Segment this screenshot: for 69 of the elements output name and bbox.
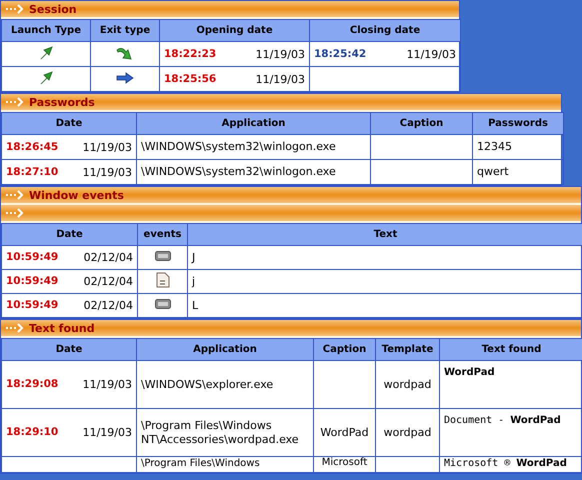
date-text: 11/19/03 <box>82 166 132 178</box>
column-header: Template <box>376 338 440 360</box>
column-header: Text found <box>440 338 582 360</box>
time-text: 10:59:49 <box>6 299 58 312</box>
date-text: 11/19/03 <box>82 140 132 154</box>
cell-text: L <box>192 298 198 312</box>
date-text: 11/19/03 <box>406 48 456 60</box>
cell-text: \WINDOWS\system32\winlogon.exe <box>141 140 336 153</box>
column-header: Caption <box>314 338 376 360</box>
column-header: Passwords <box>472 112 564 134</box>
column-header: Caption <box>370 112 472 134</box>
up-right-arrow-icon <box>39 70 53 84</box>
cell-text: j <box>192 274 196 288</box>
arrow-icon <box>5 97 25 107</box>
time-text: 18:25:42 <box>314 48 366 60</box>
column-header: Launch Type <box>2 20 90 42</box>
cell-text: \Program Files\Windows <box>141 458 260 469</box>
button-icon <box>154 251 170 261</box>
time-text: 18:22:23 <box>164 48 216 60</box>
found-text: WordPad <box>444 367 495 378</box>
date-text: 11/19/03 <box>256 48 305 60</box>
cell-text: 12345 <box>477 140 512 153</box>
column-header: Opening date <box>160 20 310 42</box>
column-header: Date <box>2 112 136 134</box>
found-text: Microsoft ® WordPad <box>444 458 567 469</box>
column-header: Date <box>2 338 136 360</box>
column-header: Application <box>136 338 314 360</box>
found-text: Document - WordPad <box>444 415 561 426</box>
cell-text: J <box>192 250 196 264</box>
cell-text: WordPad <box>320 426 369 438</box>
column-header: Date <box>2 224 138 246</box>
time-text: 18:26:45 <box>6 140 58 154</box>
cell-text: Microsoft <box>322 457 368 468</box>
time-text: 10:59:49 <box>6 251 58 264</box>
cell-text: wordpad <box>384 378 432 390</box>
panel-title: Window events <box>29 188 124 202</box>
time-text: 18:29:08 <box>6 378 58 391</box>
date-text: 02/12/04 <box>84 275 133 288</box>
panel-title: Passwords <box>29 96 95 108</box>
time-text: 18:27:10 <box>6 166 58 178</box>
panel-title: Session <box>29 2 77 16</box>
date-text: 11/19/03 <box>82 426 132 439</box>
panel-title: Text found <box>29 322 95 334</box>
right-arrow-icon <box>116 72 134 84</box>
arrow-icon <box>5 4 25 14</box>
document-icon <box>156 272 170 288</box>
arrow-icon <box>5 323 25 333</box>
date-text: 02/12/04 <box>84 251 133 264</box>
column-header: Text <box>188 224 582 246</box>
date-text: 11/19/03 <box>256 72 305 86</box>
cell-text: \WINDOWS\explorer.exe <box>141 378 274 390</box>
arrow-icon <box>5 208 25 218</box>
time-text: 18:25:56 <box>164 72 216 86</box>
curved-arrow-icon <box>116 46 134 60</box>
arrow-icon <box>5 190 25 200</box>
time-text: 18:29:10 <box>6 426 58 439</box>
cell-text: wordpad <box>384 426 432 438</box>
column-header: events <box>138 224 188 246</box>
time-text: 10:59:49 <box>6 275 58 288</box>
up-right-arrow-icon <box>39 46 53 60</box>
column-header: Application <box>136 112 370 134</box>
column-header: Closing date <box>310 20 460 42</box>
cell-text: \Program Files\Windows NT\Accessories\wordpad.exe <box>141 418 299 446</box>
column-header: Exit type <box>90 20 160 42</box>
cell-text: qwert <box>477 165 509 178</box>
cell-text: \WINDOWS\system32\winlogon.exe <box>141 165 336 178</box>
button-icon <box>154 299 170 309</box>
date-text: 11/19/03 <box>82 378 132 391</box>
date-text: 02/12/04 <box>84 299 133 312</box>
